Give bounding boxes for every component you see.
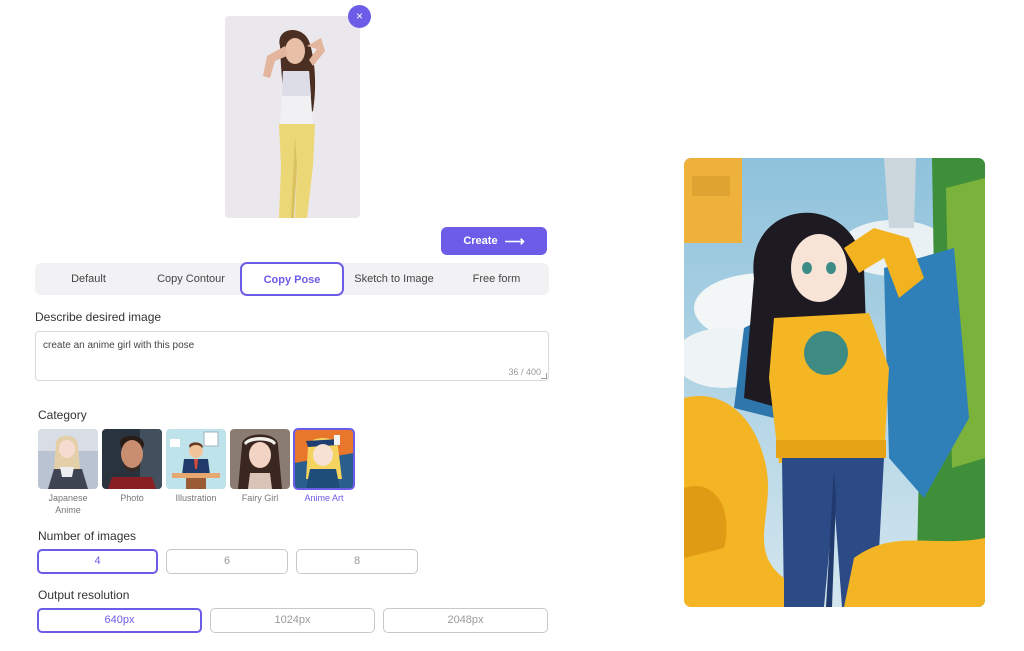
num-images-option-8[interactable]: 8 [296, 549, 418, 574]
app-root: × Create ⟶ Default Copy Contour Copy Pos… [0, 0, 1024, 651]
category-thumb [293, 428, 355, 490]
mode-tabs: Default Copy Contour Copy Pose Sketch to… [35, 262, 549, 296]
resolution-label: Output resolution [38, 588, 130, 602]
tab-copy-pose[interactable]: Copy Pose [240, 262, 344, 296]
create-label: Create [463, 235, 498, 247]
create-button[interactable]: Create ⟶ [441, 227, 547, 255]
category-japanese-anime[interactable]: Japanese Anime [38, 429, 98, 516]
category-caption: Photo [120, 493, 144, 503]
category-anime-art[interactable]: Anime Art [293, 428, 355, 504]
tab-copy-contour[interactable]: Copy Contour [142, 263, 240, 295]
resolution-option-2048[interactable]: 2048px [383, 608, 548, 633]
category-thumb [38, 429, 98, 489]
remove-image-button[interactable]: × [348, 5, 371, 28]
num-images-label: Number of images [38, 529, 137, 543]
category-label: Category [38, 408, 87, 422]
char-counter: 36 / 400 [508, 367, 541, 377]
arrow-right-icon: ⟶ [504, 233, 525, 249]
resolution-option-1024[interactable]: 1024px [210, 608, 375, 633]
category-caption: Fairy Girl [241, 493, 279, 503]
tab-sketch-to-image[interactable]: Sketch to Image [344, 263, 444, 295]
category-thumb [102, 429, 162, 489]
resize-handle-icon[interactable] [541, 373, 547, 379]
category-illustration[interactable]: Illustration [166, 429, 226, 504]
category-caption: Illustration [175, 493, 217, 503]
close-icon: × [355, 9, 363, 23]
category-fairy-girl[interactable]: Fairy Girl [230, 429, 290, 504]
resolution-option-640[interactable]: 640px [37, 608, 202, 633]
category-photo[interactable]: Photo [102, 429, 162, 504]
describe-label: Describe desired image [35, 310, 162, 324]
describe-textarea[interactable]: create an anime girl with this pose 36 /… [35, 331, 549, 381]
uploaded-reference-image [225, 16, 360, 218]
generated-result-image[interactable] [684, 158, 985, 607]
category-thumb [230, 429, 290, 489]
tab-default[interactable]: Default [35, 263, 142, 295]
describe-value: create an anime girl with this pose [43, 340, 195, 351]
num-images-option-6[interactable]: 6 [166, 549, 288, 574]
category-caption: Japanese Anime [48, 493, 88, 515]
category-thumb [166, 429, 226, 489]
tab-free-form[interactable]: Free form [444, 263, 549, 295]
num-images-option-4[interactable]: 4 [37, 549, 158, 574]
category-caption: Anime Art [304, 493, 344, 503]
